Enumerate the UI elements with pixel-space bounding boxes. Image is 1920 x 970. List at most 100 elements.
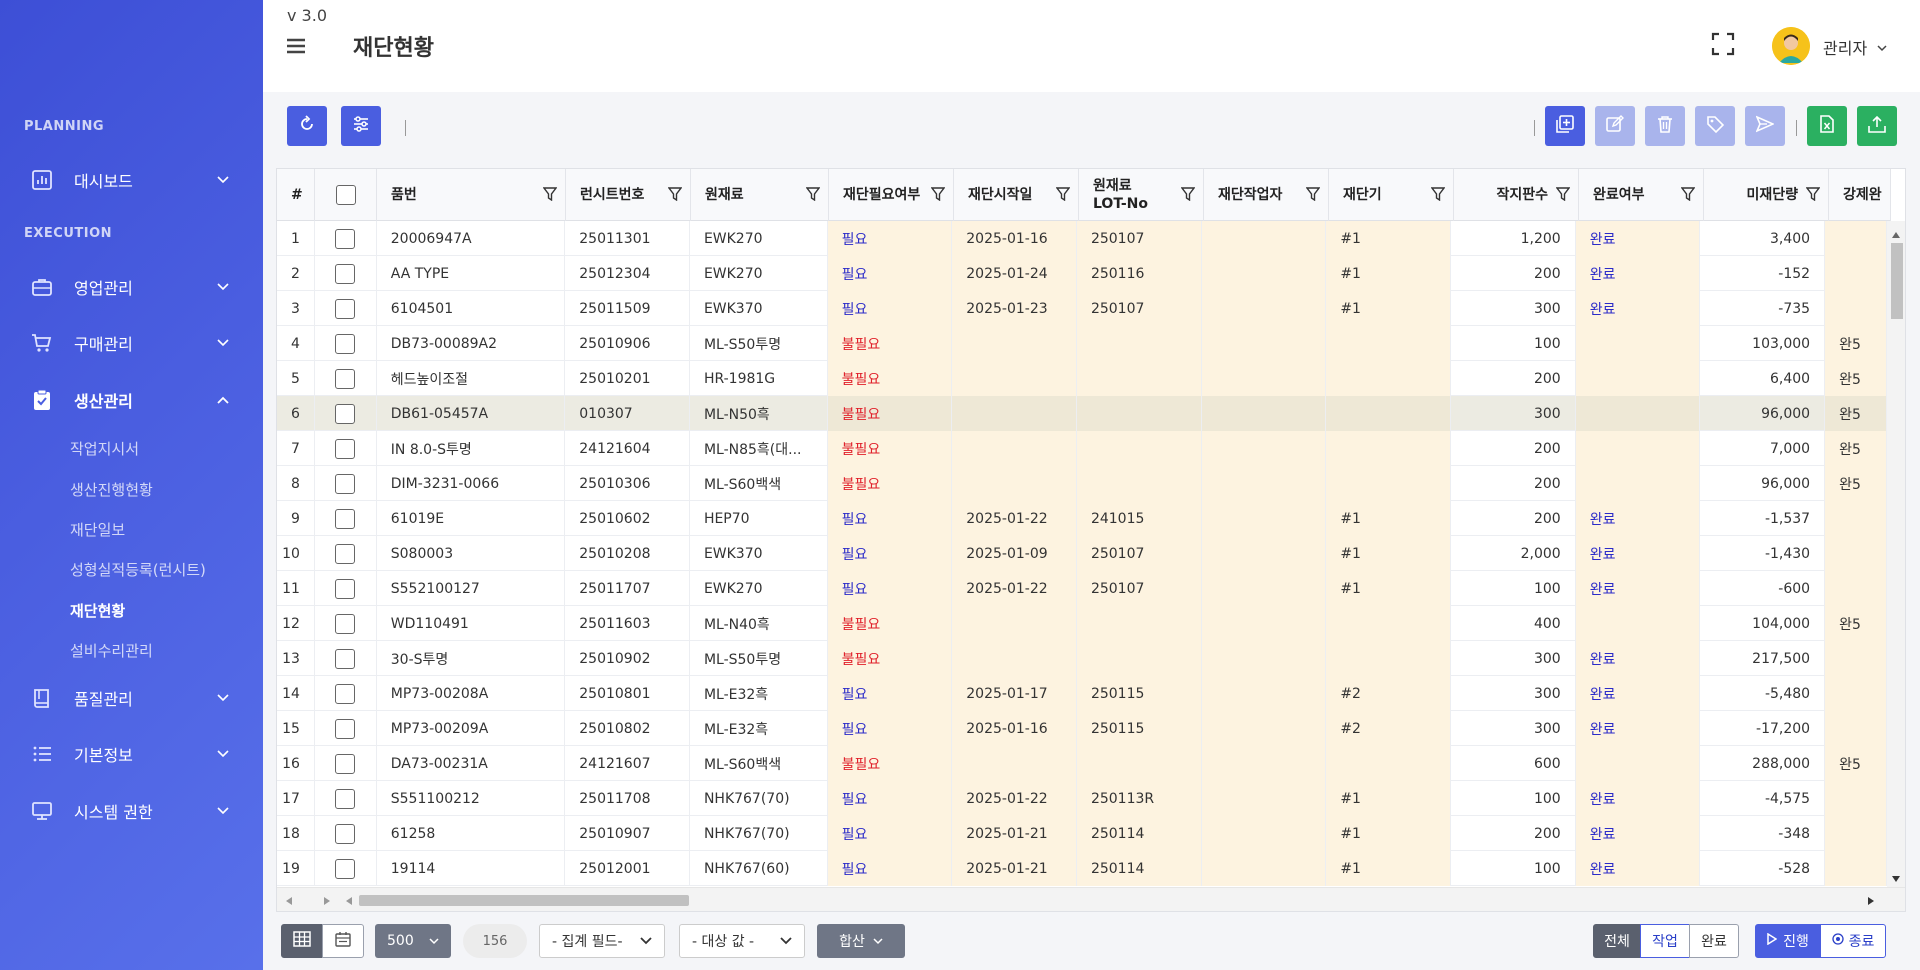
scroll-right-icon[interactable] — [323, 894, 333, 905]
table-row[interactable]: 6 DB61-05457A 010307 ML-N50흑 불필요 300 96,000 완5 — [277, 396, 1887, 431]
edit-button[interactable] — [1595, 106, 1635, 146]
filter-settings-button[interactable] — [341, 106, 381, 146]
calendar-view-button[interactable] — [322, 924, 364, 958]
column-header-start-date[interactable]: 재단시작일 — [954, 169, 1079, 221]
table-row[interactable]: 8 DIM-3231-0066 25010306 ML-S60백색 불필요 200 96,0… — [277, 466, 1887, 501]
send-button[interactable] — [1745, 106, 1785, 146]
table-row[interactable]: 18 61258 25010907 NHK767(70) 필요 2025-01-21 250… — [277, 816, 1887, 851]
column-header-need[interactable]: 재단필요여부 — [829, 169, 954, 221]
filter-icon[interactable] — [1555, 187, 1571, 202]
row-checkbox[interactable] — [335, 403, 356, 424]
sidebar-subitem-cutting-daily[interactable]: 재단일보 — [70, 519, 125, 540]
grid-view-button[interactable] — [281, 924, 323, 958]
status-progress-button[interactable]: 진행 — [1755, 924, 1821, 958]
table-row[interactable]: 10 S080003 25010208 EWK370 필요 2025-01-09 25010… — [277, 536, 1887, 571]
column-header-runsheet[interactable]: 런시트번호 — [566, 169, 691, 221]
column-header-part[interactable]: 품번 — [377, 169, 566, 221]
target-value-select[interactable]: - 대상 값 - — [679, 924, 805, 958]
sum-select[interactable]: 합산 — [817, 924, 905, 958]
column-header-remain[interactable]: 미재단량 — [1704, 169, 1829, 221]
sidebar-subitem-molding-result[interactable]: 성형실적등록(런시트) — [70, 559, 206, 580]
filter-all-button[interactable]: 전체 — [1593, 924, 1641, 958]
sidebar-subitem-cutting-status[interactable]: 재단현황 — [70, 600, 125, 621]
horizontal-scrollbar[interactable] — [277, 887, 1905, 911]
table-row[interactable]: 5 헤드높이조절 25010201 HR-1981G 불필요 200 6,400 완5 — [277, 361, 1887, 396]
column-header-machine[interactable]: 재단기 — [1329, 169, 1454, 221]
sidebar-subitem-equipment-repair[interactable]: 설비수리관리 — [70, 640, 153, 661]
table-row[interactable]: 16 DA73-00231A 24121607 ML-S60백색 불필요 600 288,0… — [277, 746, 1887, 781]
fullscreen-icon[interactable] — [1711, 32, 1737, 58]
filter-icon[interactable] — [667, 187, 683, 202]
row-checkbox[interactable] — [335, 228, 356, 249]
column-header-complete[interactable]: 완료여부 — [1579, 169, 1704, 221]
filter-icon[interactable] — [1805, 187, 1821, 202]
select-all-checkbox[interactable] — [335, 185, 356, 205]
row-checkbox[interactable] — [335, 263, 356, 284]
hamburger-menu-icon[interactable] — [285, 36, 309, 58]
upload-button[interactable] — [1857, 106, 1897, 146]
sidebar-subitem-production-progress[interactable]: 생산진행현황 — [70, 479, 153, 500]
column-header-lot[interactable]: 원재료 LOT-No — [1079, 169, 1204, 221]
column-header-plates[interactable]: 작지판수 — [1454, 169, 1579, 221]
row-checkbox[interactable] — [335, 368, 356, 389]
delete-button[interactable] — [1645, 106, 1685, 146]
row-checkbox[interactable] — [335, 823, 356, 844]
sidebar-item-sales[interactable]: 영업관리 — [0, 265, 263, 309]
excel-download-button[interactable] — [1807, 106, 1847, 146]
table-row[interactable]: 14 MP73-00208A 25010801 ML-E32흑 필요 2025-01-17… — [277, 676, 1887, 711]
filter-done-button[interactable]: 완료 — [1689, 924, 1739, 958]
row-checkbox[interactable] — [335, 753, 356, 774]
row-checkbox[interactable] — [335, 683, 356, 704]
table-row[interactable]: 15 MP73-00209A 25010802 ML-E32흑 필요 2025-01-16… — [277, 711, 1887, 746]
row-checkbox[interactable] — [335, 578, 356, 599]
table-row[interactable]: 12 WD110491 25011603 ML-N40흑 불필요 400 104,000 완5 — [277, 606, 1887, 641]
status-end-button[interactable]: 종료 — [1820, 924, 1886, 958]
table-row[interactable]: 19 19114 25012001 NHK767(60) 필요 2025-01-21 250… — [277, 851, 1887, 886]
tag-button[interactable] — [1695, 106, 1735, 146]
column-header-worker[interactable]: 재단작업자 — [1204, 169, 1329, 221]
sidebar-item-purchase[interactable]: 구매관리 — [0, 321, 263, 365]
table-row[interactable]: 4 DB73-00089A2 25010906 ML-S50투명 불필요 100 103,0… — [277, 326, 1887, 361]
row-checkbox[interactable] — [335, 438, 356, 459]
column-header-material[interactable]: 원재료 — [691, 169, 829, 221]
horizontal-scroll-thumb[interactable] — [359, 895, 689, 906]
filter-icon[interactable] — [1055, 187, 1071, 202]
table-row[interactable]: 3 6104501 25011509 EWK370 필요 2025-01-23 250107… — [277, 291, 1887, 326]
scroll-down-icon[interactable] — [1891, 871, 1901, 882]
add-button[interactable] — [1545, 106, 1585, 146]
filter-icon[interactable] — [1680, 187, 1696, 202]
sidebar-item-dashboard[interactable]: 대시보드 — [0, 158, 263, 202]
scroll-left-icon[interactable] — [345, 894, 355, 905]
sidebar-item-system-auth[interactable]: 시스템 권한 — [0, 789, 263, 833]
filter-icon[interactable] — [1180, 187, 1196, 202]
refresh-button[interactable] — [287, 106, 327, 146]
sidebar-item-production[interactable]: 생산관리 — [0, 378, 263, 422]
row-checkbox[interactable] — [335, 788, 356, 809]
table-row[interactable]: 11 S552100127 25011707 EWK270 필요 2025-01-22 25… — [277, 571, 1887, 606]
avatar[interactable] — [1772, 27, 1810, 65]
filter-work-button[interactable]: 작업 — [1640, 924, 1690, 958]
filter-icon[interactable] — [542, 187, 558, 202]
sidebar-item-quality[interactable]: 품질관리 — [0, 676, 263, 720]
row-checkbox[interactable] — [335, 298, 356, 319]
row-checkbox[interactable] — [335, 858, 356, 879]
table-row[interactable]: 13 30-S투명 25010902 ML-S50투명 불필요 300 완료 217,500 — [277, 641, 1887, 676]
filter-icon[interactable] — [930, 187, 946, 202]
scroll-left-icon[interactable] — [285, 894, 295, 905]
row-checkbox[interactable] — [335, 718, 356, 739]
chevron-down-icon[interactable] — [1877, 40, 1889, 52]
column-header-force-complete[interactable]: 강제완 — [1829, 169, 1891, 221]
row-checkbox[interactable] — [335, 543, 356, 564]
table-row[interactable]: 2 AA TYPE 25012304 EWK270 필요 2025-01-24 250116… — [277, 256, 1887, 291]
row-checkbox[interactable] — [335, 473, 356, 494]
aggregate-field-select[interactable]: - 집계 필드- — [539, 924, 665, 958]
vertical-scroll-thumb[interactable] — [1891, 243, 1903, 319]
user-name[interactable]: 관리자 — [1823, 35, 1867, 59]
page-size-select[interactable]: 500 — [375, 924, 451, 958]
filter-icon[interactable] — [1305, 187, 1321, 202]
filter-icon[interactable] — [1430, 187, 1446, 202]
table-row[interactable]: 1 20006947A 25011301 EWK270 필요 2025-01-16 2501… — [277, 221, 1887, 256]
filter-icon[interactable] — [805, 187, 821, 202]
table-row[interactable]: 9 61019E 25010602 HEP70 필요 2025-01-22 241015 #1… — [277, 501, 1887, 536]
scroll-right-icon[interactable] — [1867, 894, 1877, 905]
